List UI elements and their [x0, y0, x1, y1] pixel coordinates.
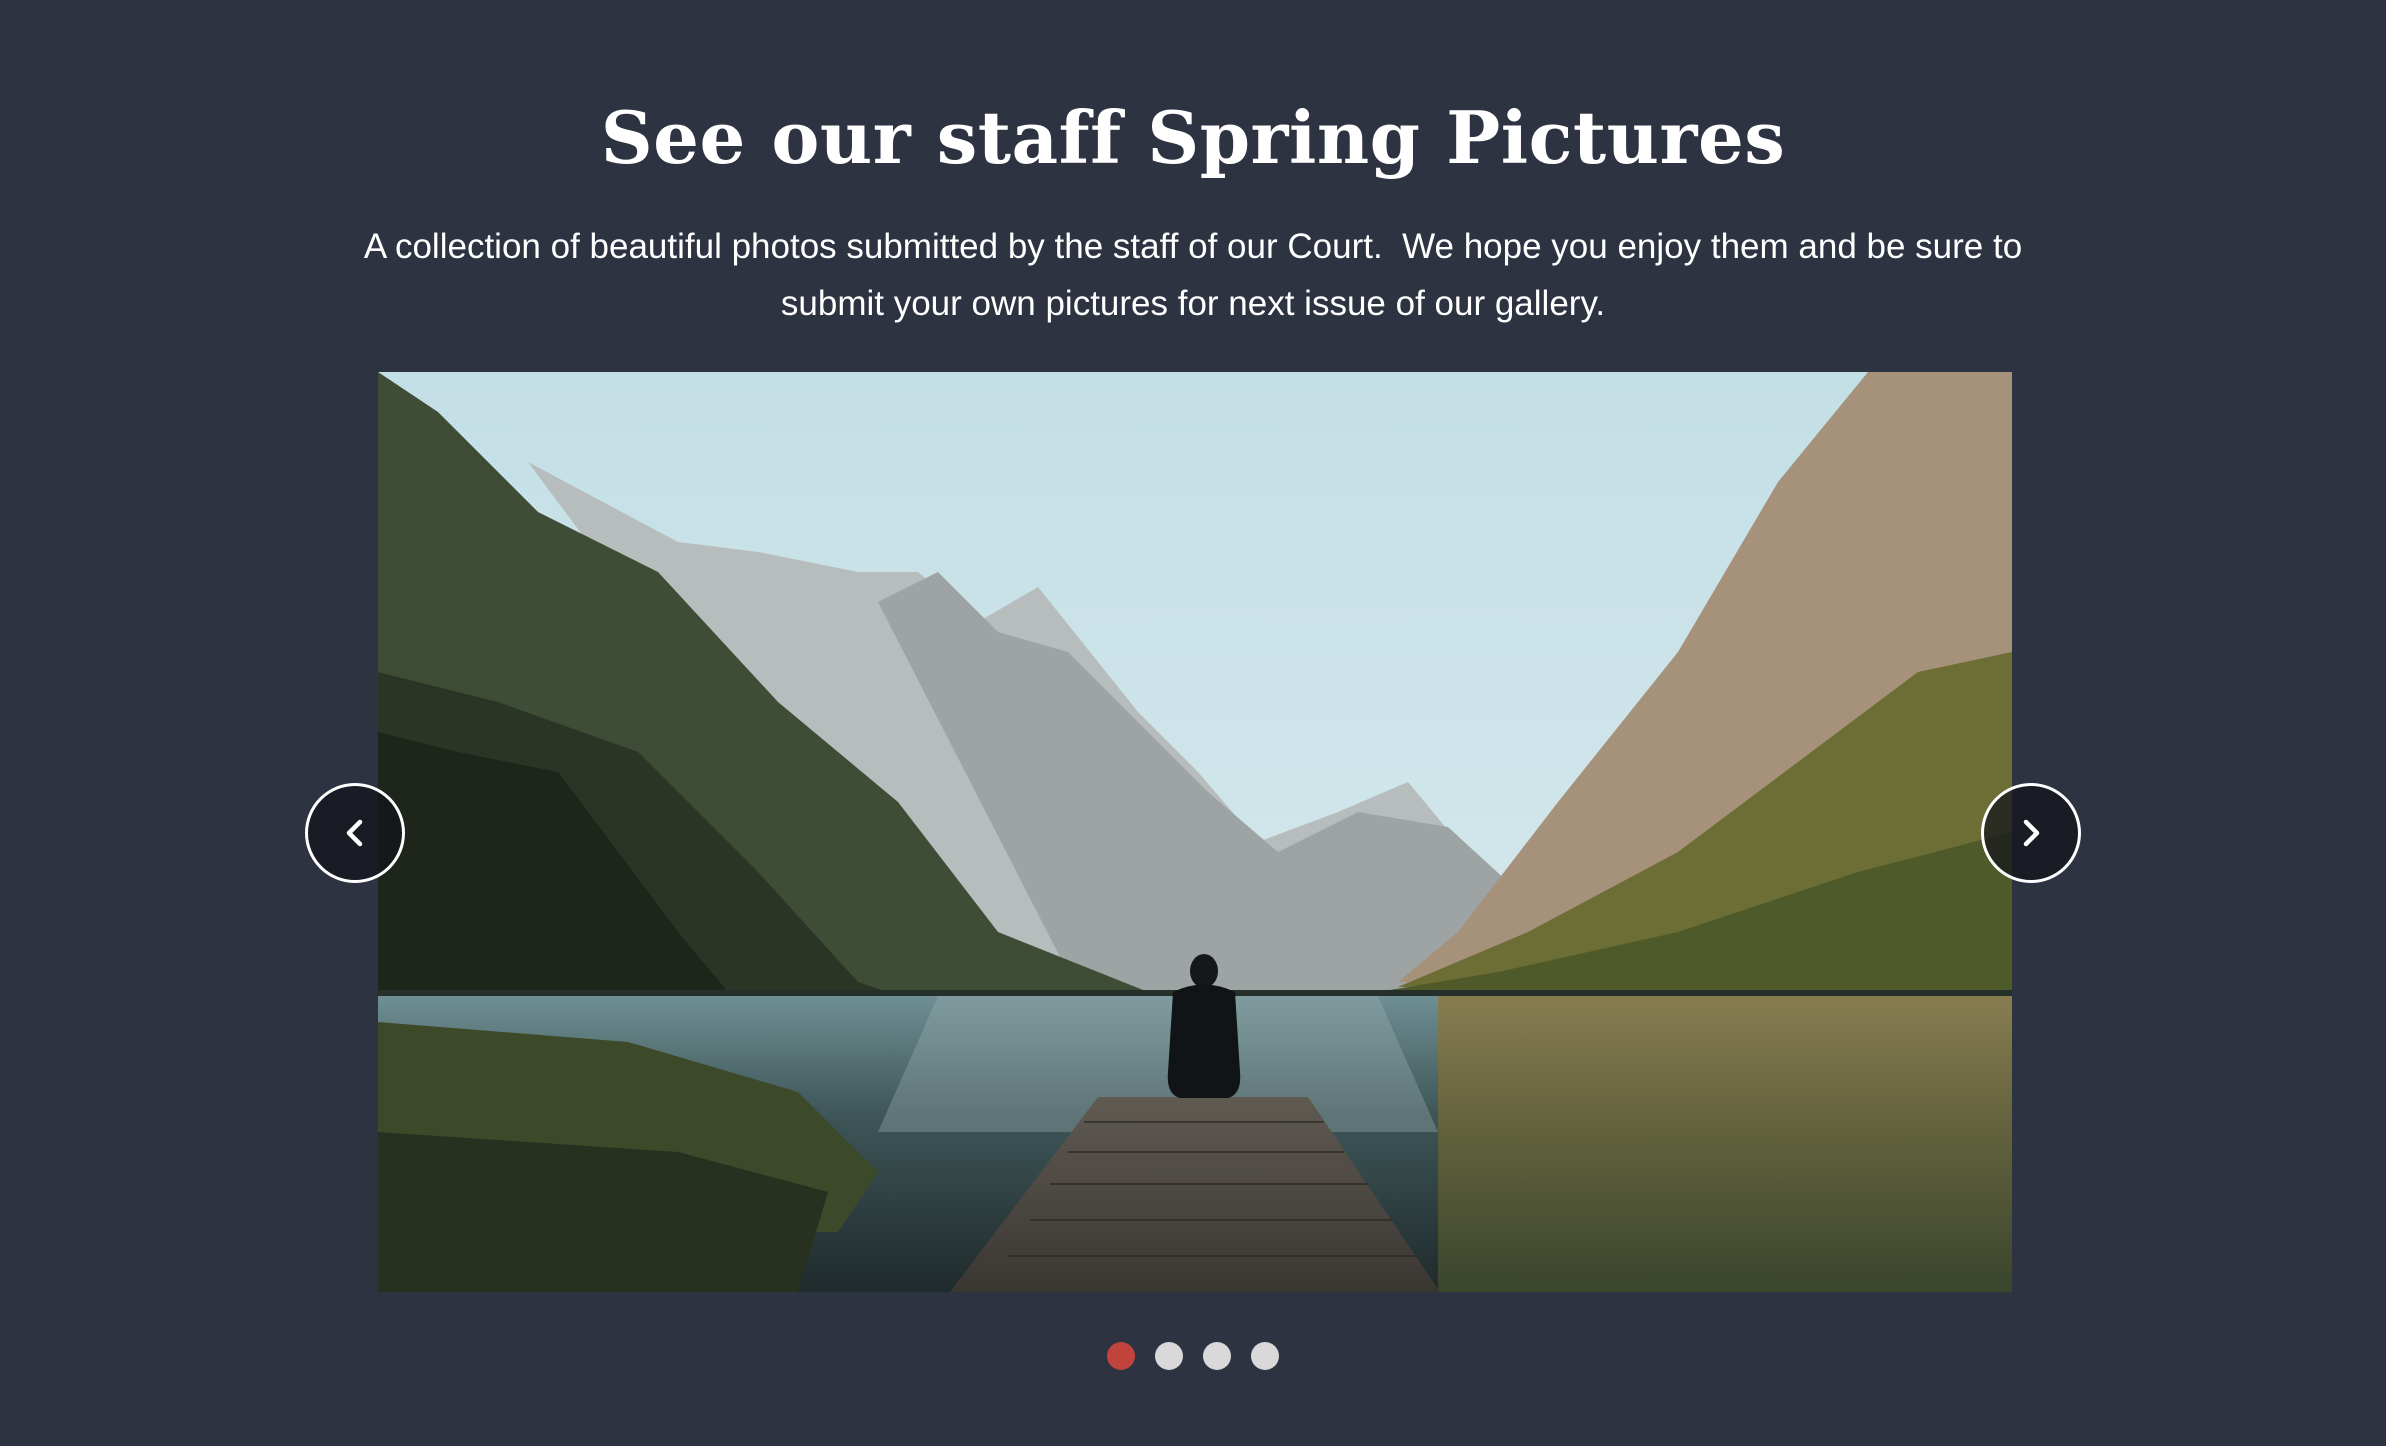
- next-slide-button[interactable]: [1981, 783, 2081, 883]
- carousel-pagination: [0, 1342, 2386, 1370]
- carousel-dot-4[interactable]: [1251, 1342, 1279, 1370]
- photo-carousel: [378, 372, 2012, 1292]
- carousel-dot-1[interactable]: [1107, 1342, 1135, 1370]
- page-title: See our staff Spring Pictures: [600, 95, 1786, 180]
- chevron-right-icon: [2023, 819, 2040, 847]
- previous-slide-button[interactable]: [305, 783, 405, 883]
- chevron-left-icon: [346, 819, 363, 847]
- carousel-dot-2[interactable]: [1155, 1342, 1183, 1370]
- carousel-dot-3[interactable]: [1203, 1342, 1231, 1370]
- slide-photo-lake-mountains: [378, 372, 2012, 1292]
- page-description: A collection of beautiful photos submitt…: [363, 227, 2032, 323]
